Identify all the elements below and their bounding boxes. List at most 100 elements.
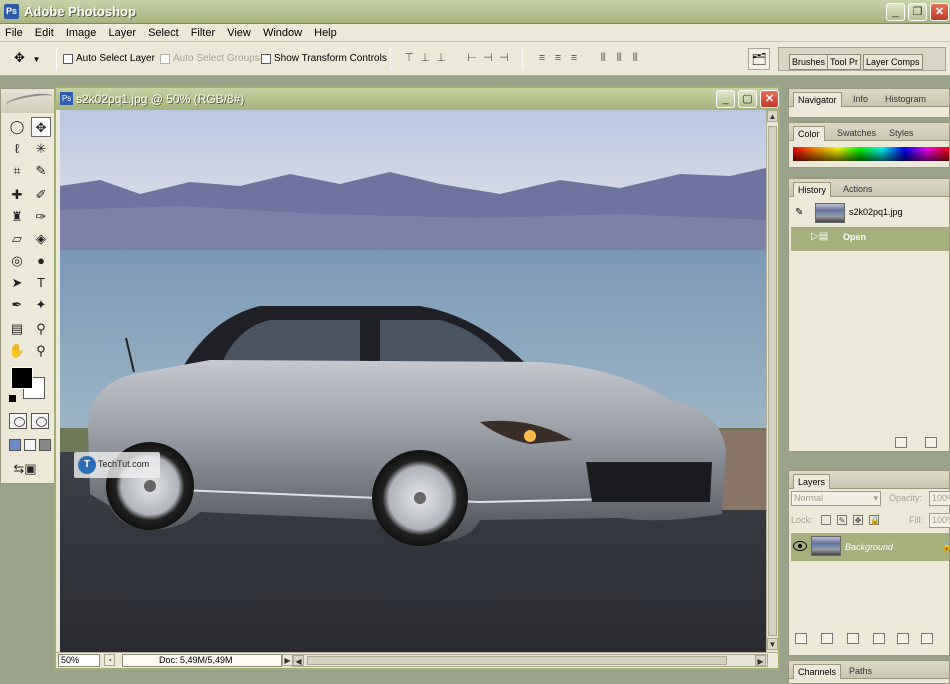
document-title-bar[interactable]: Ps s2k02pq1.jpg @ 50% (RGB/8#) _ ▢ ✕ xyxy=(56,88,779,110)
lock-all-icon[interactable]: 🔒 xyxy=(869,515,880,525)
link-layers-icon[interactable] xyxy=(795,633,807,644)
tab-styles[interactable]: Styles xyxy=(885,126,918,141)
doc-minimize-button[interactable]: _ xyxy=(716,90,735,108)
align-bottom-icon[interactable]: ⊥ xyxy=(435,52,447,64)
full-screen-mode-icon[interactable] xyxy=(39,439,51,451)
history-brush-source-icon[interactable]: ✎ xyxy=(795,207,803,218)
distribute-bottom-icon[interactable]: ≡ xyxy=(568,52,580,64)
color-ramp[interactable] xyxy=(793,147,949,161)
layer-row-background[interactable]: Background 🔒 xyxy=(791,533,950,561)
foreground-color-swatch[interactable] xyxy=(11,367,33,389)
marquee-tool-icon[interactable]: ◯ xyxy=(7,117,27,137)
new-layer-icon[interactable] xyxy=(921,633,933,644)
tool-preset-picker[interactable]: ✥ ▼ xyxy=(14,50,52,68)
dodge-tool-icon[interactable]: ● xyxy=(31,251,51,271)
new-snapshot-icon[interactable] xyxy=(895,437,907,448)
new-group-icon[interactable] xyxy=(897,633,909,644)
paint-bucket-tool-icon[interactable]: ◈ xyxy=(31,229,51,249)
distribute-left-icon[interactable]: ⫴ xyxy=(597,52,609,64)
type-tool-icon[interactable]: T xyxy=(31,273,51,293)
notes-tool-icon[interactable]: ▤ xyxy=(7,319,27,339)
delete-state-icon[interactable] xyxy=(925,437,937,448)
menu-select[interactable]: Select xyxy=(143,24,183,39)
full-screen-menu-mode-icon[interactable] xyxy=(24,439,36,451)
lasso-tool-icon[interactable]: ℓ xyxy=(7,139,27,159)
zoom-level-field[interactable]: 50% xyxy=(58,654,100,667)
horizontal-scroll-thumb[interactable] xyxy=(307,656,727,665)
default-colors-icon[interactable] xyxy=(9,395,16,402)
visibility-eye-icon[interactable] xyxy=(793,541,807,551)
distribute-top-icon[interactable]: ≡ xyxy=(536,52,548,64)
vertical-scrollbar[interactable]: ▲ ▼ xyxy=(766,110,778,652)
distribute-vcenter-icon[interactable]: ≡ xyxy=(552,52,564,64)
custom-shape-tool-icon[interactable]: ✦ xyxy=(31,295,51,315)
quick-mask-mode-icon[interactable] xyxy=(31,413,49,429)
image-canvas[interactable]: T TechTut.com xyxy=(60,110,766,652)
blend-mode-select[interactable]: Normal ▾ xyxy=(791,491,881,506)
distribute-hcenter-icon[interactable]: ⫴ xyxy=(613,52,625,64)
zoom-tool-icon[interactable]: ⚲ xyxy=(31,341,51,361)
hand-tool-icon[interactable]: ✋ xyxy=(7,341,27,361)
file-browser-button[interactable]: 🗂 xyxy=(748,48,770,70)
toolbox-header[interactable] xyxy=(1,89,57,113)
add-mask-icon[interactable] xyxy=(847,633,859,644)
close-button[interactable]: ✕ xyxy=(930,3,949,21)
menu-edit[interactable]: Edit xyxy=(30,24,58,39)
lock-position-icon[interactable]: ✥ xyxy=(853,515,863,525)
scroll-down-icon[interactable]: ▼ xyxy=(767,638,778,650)
palette-well-tab-brushes[interactable]: Brushes xyxy=(789,54,829,70)
menu-filter[interactable]: Filter xyxy=(186,24,219,39)
jump-to-imageready-icon[interactable]: ⇆▣ xyxy=(7,459,43,479)
clone-stamp-tool-icon[interactable]: ♜ xyxy=(7,207,27,227)
adjustment-layer-icon[interactable] xyxy=(873,633,885,644)
vertical-scroll-thumb[interactable] xyxy=(768,126,777,636)
align-top-icon[interactable]: ⊤ xyxy=(403,52,415,64)
menu-view[interactable]: View xyxy=(222,24,255,39)
scroll-up-icon[interactable]: ▲ xyxy=(767,110,778,122)
tab-navigator[interactable]: Navigator xyxy=(793,92,842,107)
fill-field[interactable]: 100% xyxy=(929,513,950,528)
menu-window[interactable]: Window xyxy=(258,24,306,39)
menu-file[interactable]: File xyxy=(0,24,27,39)
history-state-open[interactable]: ▷▤ Open xyxy=(791,227,949,251)
standard-screen-mode-icon[interactable] xyxy=(9,439,21,451)
brush-tool-icon[interactable]: ✐ xyxy=(31,185,51,205)
lock-image-icon[interactable]: ✎ xyxy=(837,515,847,525)
tab-channels[interactable]: Channels xyxy=(793,664,842,679)
history-snapshot[interactable]: ✎ s2k02pq1.jpg xyxy=(791,201,949,225)
tab-swatches[interactable]: Swatches xyxy=(833,126,880,141)
minimize-button[interactable]: _ xyxy=(886,3,905,21)
status-bar-menu-icon[interactable]: ◔ xyxy=(104,654,115,666)
doc-close-button[interactable]: ✕ xyxy=(760,90,779,108)
tab-layers[interactable]: Layers xyxy=(793,474,831,489)
horizontal-scrollbar[interactable]: ◀ ▶ xyxy=(292,654,768,667)
move-tool-icon[interactable]: ✥ xyxy=(31,117,51,137)
magic-wand-tool-icon[interactable]: ✳ xyxy=(31,139,51,159)
eyedropper-tool-icon[interactable]: ⚲ xyxy=(31,319,51,339)
menu-help[interactable]: Help xyxy=(309,24,341,39)
doc-maximize-button[interactable]: ▢ xyxy=(738,90,757,108)
standard-mode-icon[interactable] xyxy=(9,413,27,429)
auto-select-layer-checkbox[interactable]: Auto Select Layer xyxy=(63,53,155,64)
lock-transparency-icon[interactable] xyxy=(821,515,831,525)
slice-tool-icon[interactable]: ✎ xyxy=(31,161,51,181)
history-brush-tool-icon[interactable]: ✑ xyxy=(31,207,51,227)
restore-button[interactable]: ❐ xyxy=(908,3,927,21)
tab-history[interactable]: History xyxy=(793,182,832,197)
show-transform-controls-checkbox[interactable]: Show Transform Controls xyxy=(261,53,387,64)
tab-info[interactable]: Info xyxy=(849,92,872,107)
pen-tool-icon[interactable]: ✒ xyxy=(7,295,27,315)
palette-well-tab-layer-comps[interactable]: Layer Comps xyxy=(863,54,923,70)
blur-tool-icon[interactable]: ◎ xyxy=(7,251,27,271)
layer-style-icon[interactable] xyxy=(821,633,833,644)
distribute-right-icon[interactable]: ⫴ xyxy=(629,52,641,64)
healing-brush-tool-icon[interactable]: ✚ xyxy=(7,185,27,205)
palette-well-tab-tool-presets[interactable]: Tool Pr xyxy=(827,54,862,70)
scroll-left-icon[interactable]: ◀ xyxy=(293,655,304,666)
align-hcenter-icon[interactable]: ⊣ xyxy=(482,52,494,64)
tab-histogram[interactable]: Histogram xyxy=(881,92,930,107)
menu-image[interactable]: Image xyxy=(61,24,101,39)
align-right-icon[interactable]: ⊣ xyxy=(498,52,510,64)
tab-actions[interactable]: Actions xyxy=(839,182,877,197)
tab-color[interactable]: Color xyxy=(793,126,825,141)
